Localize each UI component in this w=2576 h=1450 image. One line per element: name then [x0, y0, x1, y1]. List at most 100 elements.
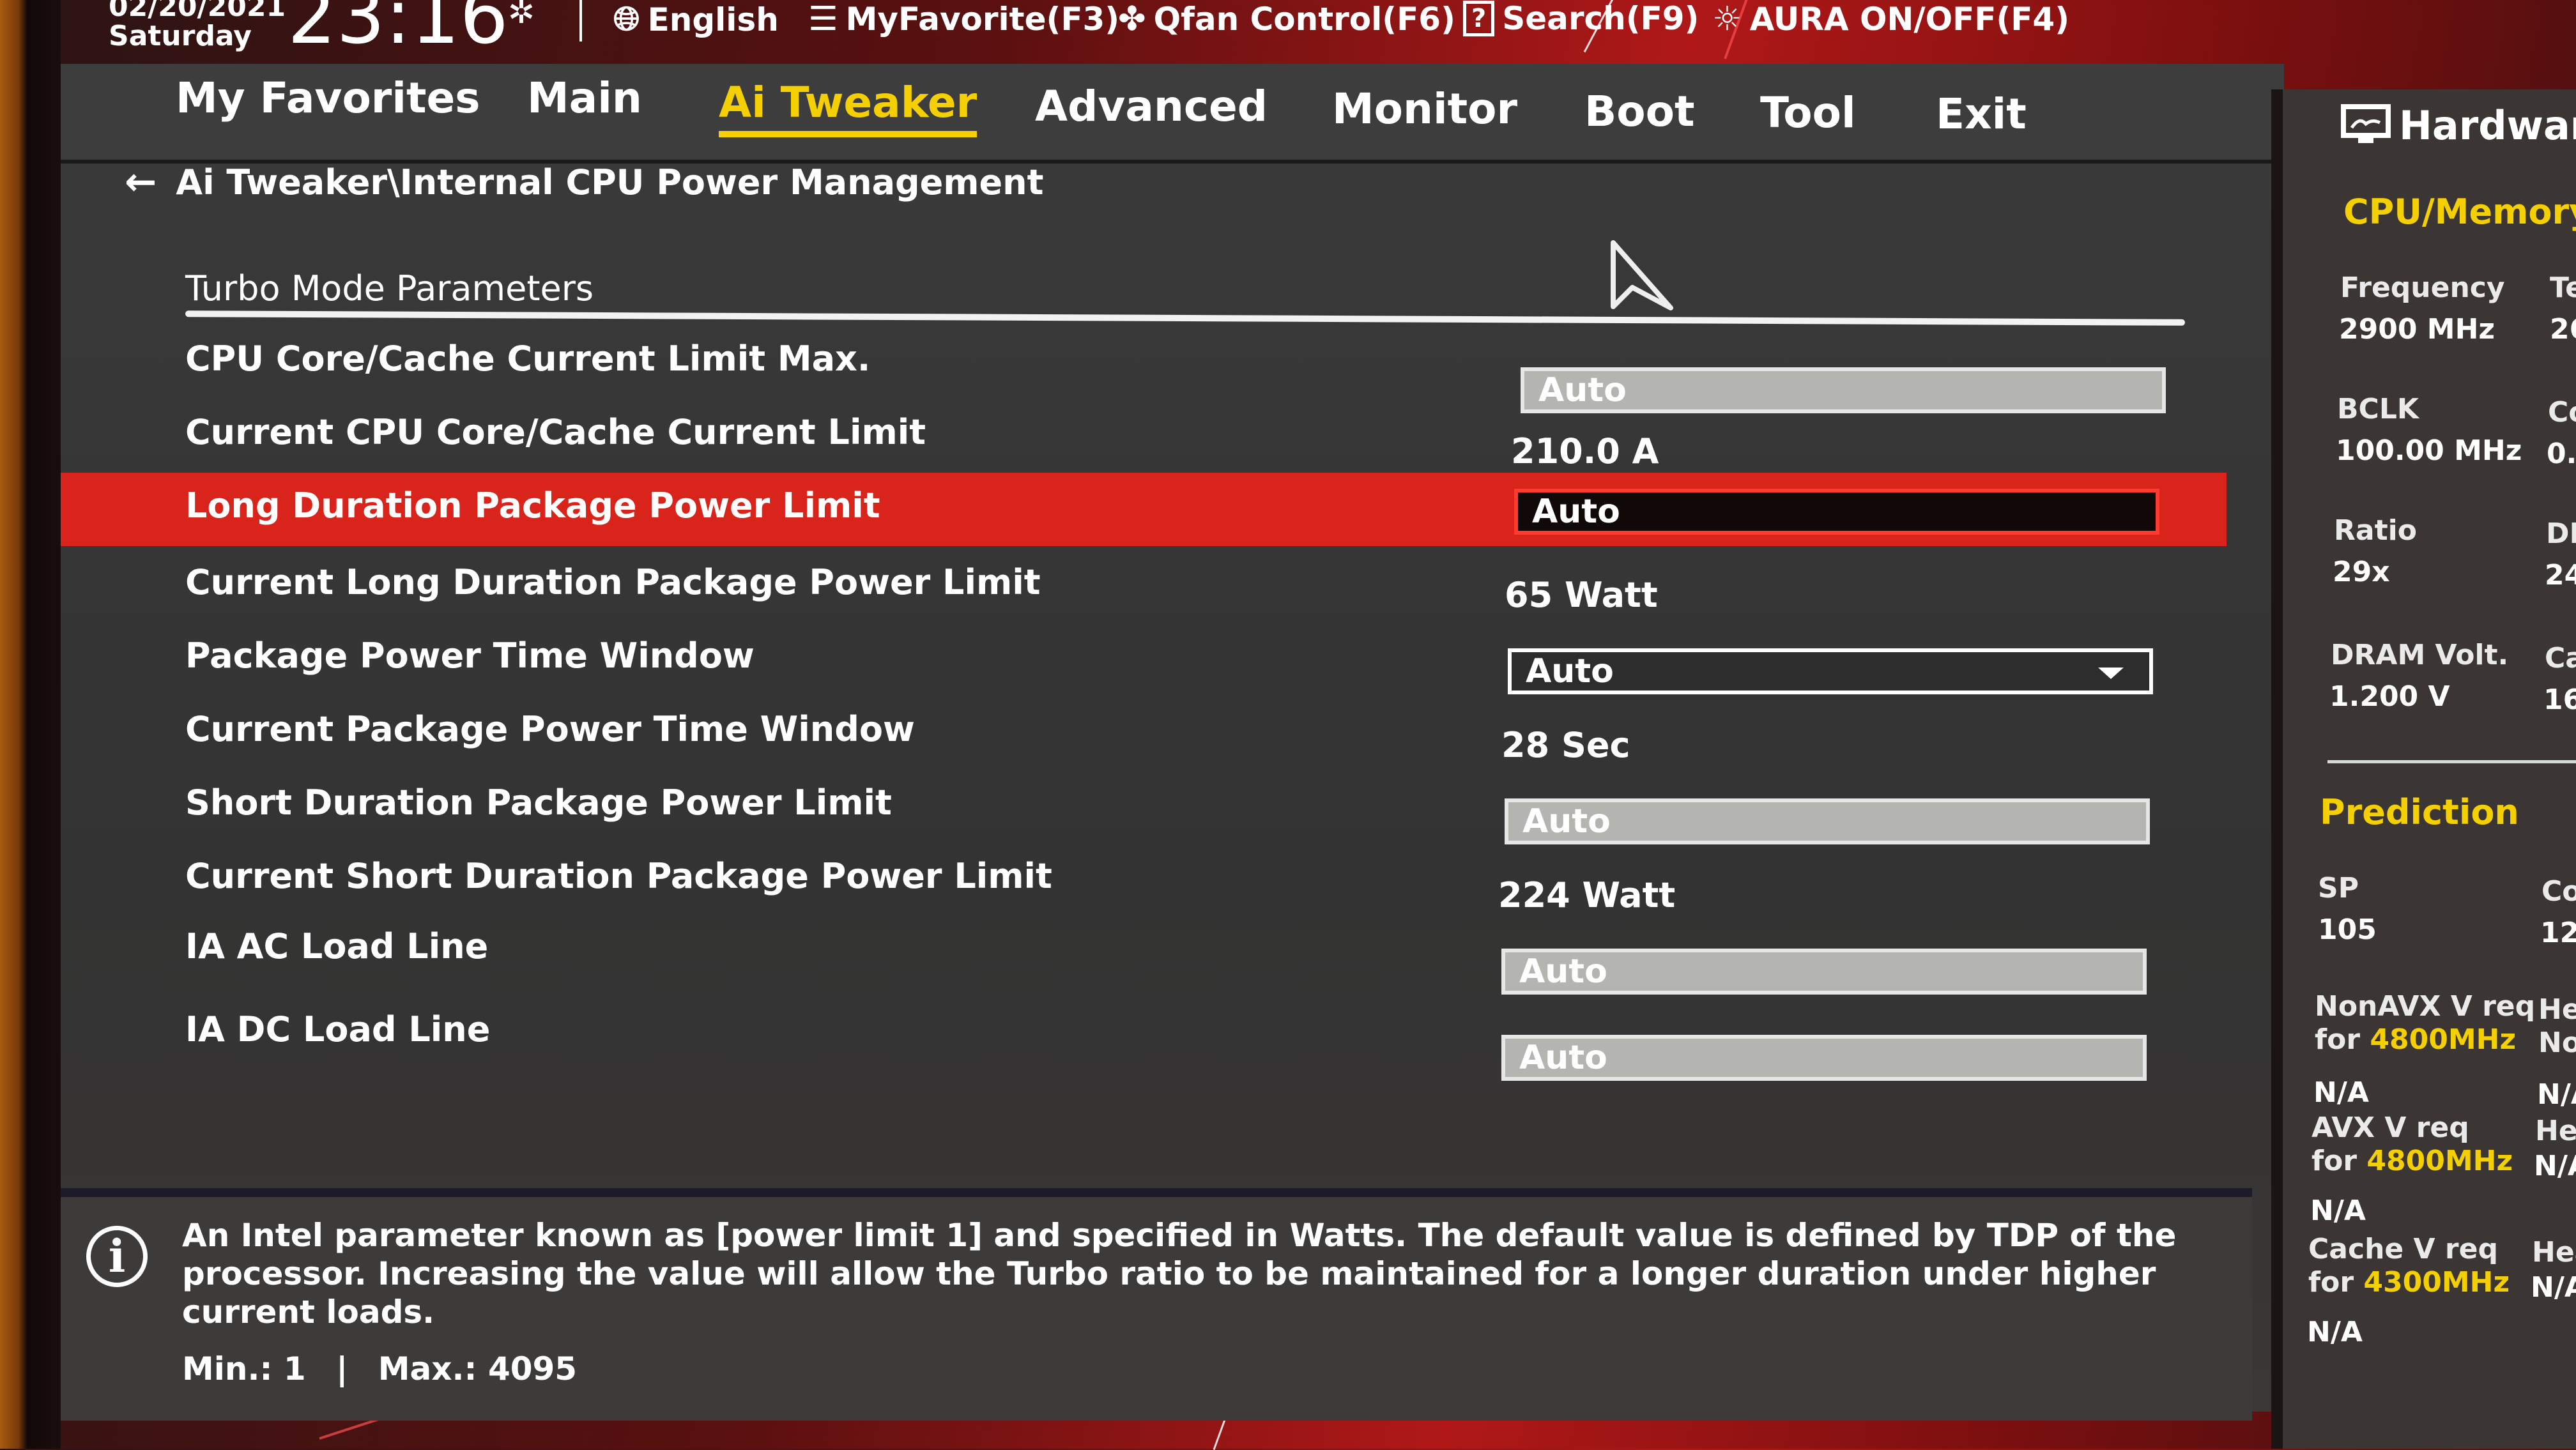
myfavorite-button[interactable]: ☰ MyFavorite(F3) [808, 0, 1119, 38]
tab-tool[interactable]: Tool [1760, 88, 1856, 141]
setting-label: Long Duration Package Power Limit [185, 485, 880, 526]
divider [579, 0, 582, 42]
frequency-value: 2900 MHz [2339, 313, 2495, 346]
help-panel: i An Intel parameter known as [power lim… [61, 1188, 2252, 1421]
divider [2327, 760, 2576, 763]
setting-label: CPU Core/Cache Current Limit Max. [185, 339, 871, 379]
info-icon: i [86, 1226, 148, 1287]
favorites-list-icon: ☰ [808, 0, 838, 38]
dram-freq-label: DR [2546, 517, 2576, 550]
section-header: Turbo Mode Parameters [185, 268, 594, 309]
max-value: Max.: 4095 [378, 1350, 578, 1387]
cache-req-label: Cache V req for 4300MHz [2308, 1233, 2510, 1299]
min-value: Min.: 1 [182, 1350, 306, 1387]
setting-label: IA AC Load Line [185, 926, 489, 966]
core-voltage-value: 0.9 [2547, 438, 2576, 470]
setting-row-long-duration-package-power-limit[interactable]: Long Duration Package Power Limit Auto [61, 473, 2227, 546]
tab-bar: My Favorites Main Ai Tweaker Advanced Mo… [61, 64, 2284, 164]
temperature-value: 26 [2550, 313, 2576, 346]
tab-ai-tweaker[interactable]: Ai Tweaker [719, 78, 977, 137]
sp-value: 105 [2318, 913, 2377, 946]
tab-boot[interactable]: Boot [1584, 87, 1695, 140]
capacity-label: Cap [2545, 642, 2576, 675]
long-duration-package-power-limit-input[interactable]: Auto [1514, 489, 2159, 535]
avx-req-value: N/A [2310, 1194, 2366, 1227]
hardware-title: Hardware [2340, 102, 2576, 149]
sp-label: SP [2318, 872, 2359, 904]
cpu-memory-heading: CPU/Memory [2343, 192, 2576, 232]
readonly-value: 224 Watt [1498, 875, 1676, 915]
fan-icon: ✤ [1118, 0, 1146, 38]
range-separator: | [336, 1350, 348, 1387]
hardware-monitor-panel: Hardware CPU/Memory Frequency 2900 MHz T… [2271, 89, 2576, 1449]
avx-req-label: AVX V req for 4800MHz [2312, 1111, 2513, 1177]
help-search-icon: ? [1463, 1, 1495, 36]
value-range: Min.: 1 | Max.: 4095 [182, 1350, 577, 1387]
short-duration-package-power-limit-input[interactable]: Auto [1505, 798, 2150, 844]
top-bar: 02/20/2021 Saturday 23:16 ✲ 🌐︎ English ☰… [61, 0, 2576, 70]
breadcrumb: ← Ai Tweaker\Internal CPU Power Manageme… [125, 160, 1043, 204]
heavy-nonavx-value: N/A [2537, 1078, 2576, 1111]
ia-dc-load-line-input[interactable]: Auto [1501, 1035, 2147, 1081]
readonly-value: 210.0 A [1511, 431, 1659, 471]
ia-ac-load-line-input[interactable]: Auto [1501, 949, 2147, 995]
monitor-icon [2341, 103, 2391, 143]
core-voltage-label: Co [2548, 396, 2576, 429]
nonavx-req-label: NonAVX V req for 4800MHz [2315, 990, 2536, 1056]
breadcrumb-path: Ai Tweaker\Internal CPU Power Management [176, 162, 1044, 202]
cooler-value: 125 [2540, 917, 2576, 949]
heavy-avx-value: N/A [2534, 1150, 2576, 1182]
dram-freq-value: 24 [2545, 559, 2576, 591]
bclk-label: BCLK [2337, 393, 2419, 425]
setting-label: Short Duration Package Power Limit [185, 782, 892, 823]
prediction-heading: Prediction [2320, 792, 2519, 832]
section-header-row: Turbo Mode Parameters [61, 256, 2227, 329]
date: 02/20/2021 [109, 0, 286, 23]
heavy-cache-label: Hea [2532, 1236, 2576, 1269]
setting-row-ia-dc-load-line[interactable]: IA DC Load Line Auto [61, 996, 2227, 1081]
search-button[interactable]: ? Search(F9) [1463, 0, 1699, 37]
help-description: An Intel parameter known as [power limit… [182, 1217, 2177, 1331]
setting-label: Current Short Duration Package Power Lim… [185, 856, 1052, 896]
setting-label: Current Long Duration Package Power Limi… [185, 562, 1041, 602]
heavy-cache-value: N/A [2531, 1271, 2576, 1304]
setting-row-short-duration-package-power-limit[interactable]: Short Duration Package Power Limit Auto [61, 770, 2227, 844]
tab-advanced[interactable]: Advanced [1035, 82, 1268, 135]
back-arrow-icon[interactable]: ← [125, 160, 157, 204]
tab-main[interactable]: Main [527, 73, 642, 126]
heavy-avx-label: Hea [2535, 1115, 2576, 1147]
setting-row-cpu-core-cache-current-limit-max[interactable]: CPU Core/Cache Current Limit Max. Auto [61, 326, 2227, 413]
globe-icon: 🌐︎ [613, 0, 640, 38]
cooler-label: Coo [2542, 875, 2576, 908]
setting-row-package-power-time-window[interactable]: Package Power Time Window Auto [61, 623, 2227, 696]
setting-row-ia-ac-load-line[interactable]: IA AC Load Line Auto [61, 913, 2227, 995]
setting-label: Package Power Time Window [185, 636, 755, 676]
package-power-time-window-dropdown[interactable]: Auto [1508, 648, 2153, 694]
aura-light-icon: ☼ [1712, 0, 1742, 38]
ratio-value: 29x [2333, 556, 2390, 588]
cache-req-value: N/A [2307, 1316, 2363, 1348]
nonavx-req-value: N/A [2313, 1076, 2369, 1109]
readonly-value: 65 Watt [1505, 575, 1658, 615]
capacity-value: 163 [2543, 683, 2576, 716]
setting-row-current-short-duration-package-power-limit: Current Short Duration Package Power Lim… [61, 843, 2227, 917]
language-button[interactable]: 🌐︎ English [613, 0, 779, 39]
dram-volt-label: DRAM Volt. [2331, 639, 2509, 671]
setting-row-current-cpu-core-cache-current-limit: Current CPU Core/Cache Current Limit 210… [61, 399, 2227, 473]
tab-exit[interactable]: Exit [1936, 89, 2027, 142]
tab-monitor[interactable]: Monitor [1332, 84, 1517, 137]
clock-settings-icon[interactable]: ✲ [508, 0, 535, 31]
bclk-value: 100.00 MHz [2336, 434, 2522, 467]
qfan-control-button[interactable]: ✤ Qfan Control(F6) [1118, 0, 1455, 38]
weekday: Saturday [109, 20, 252, 52]
date-display: 02/20/2021 Saturday [109, 0, 286, 51]
tab-my-favorites[interactable]: My Favorites [176, 73, 480, 126]
aura-toggle-button[interactable]: ☼ AURA ON/OFF(F4) [1712, 0, 2069, 38]
setting-label: IA DC Load Line [185, 1009, 491, 1049]
frequency-label: Frequency [2340, 271, 2505, 304]
heavy-nonavx-label: Hea Non [2538, 993, 2576, 1059]
readonly-value: 28 Sec [1501, 725, 1630, 765]
monitor-bezel [0, 0, 61, 1449]
temperature-label: Te [2550, 271, 2576, 304]
ratio-label: Ratio [2334, 514, 2417, 547]
